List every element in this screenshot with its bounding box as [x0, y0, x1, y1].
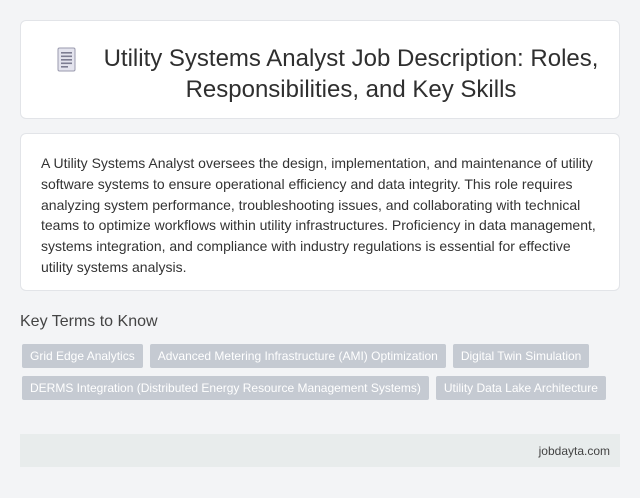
- key-term-tag[interactable]: Digital Twin Simulation: [452, 344, 590, 368]
- title-card: Utility Systems Analyst Job Description:…: [20, 20, 620, 119]
- key-terms-heading: Key Terms to Know: [20, 313, 158, 330]
- footer: jobdayta.com: [20, 434, 620, 467]
- description-text: A Utility Systems Analyst oversees the d…: [41, 155, 596, 275]
- description-card: A Utility Systems Analyst oversees the d…: [20, 133, 620, 291]
- document-icon: [57, 47, 76, 72]
- page-title: Utility Systems Analyst Job Description:…: [103, 45, 599, 103]
- key-term-tag[interactable]: Advanced Metering Infrastructure (AMI) O…: [149, 344, 446, 368]
- key-term-tag[interactable]: Utility Data Lake Architecture: [435, 376, 606, 400]
- key-term-tag[interactable]: Grid Edge Analytics: [22, 344, 143, 368]
- footer-site-link[interactable]: jobdayta.com: [539, 443, 610, 459]
- key-terms-list: Grid Edge Analytics Advanced Metering In…: [22, 344, 622, 400]
- key-term-tag[interactable]: DERMS Integration (Distributed Energy Re…: [22, 376, 429, 400]
